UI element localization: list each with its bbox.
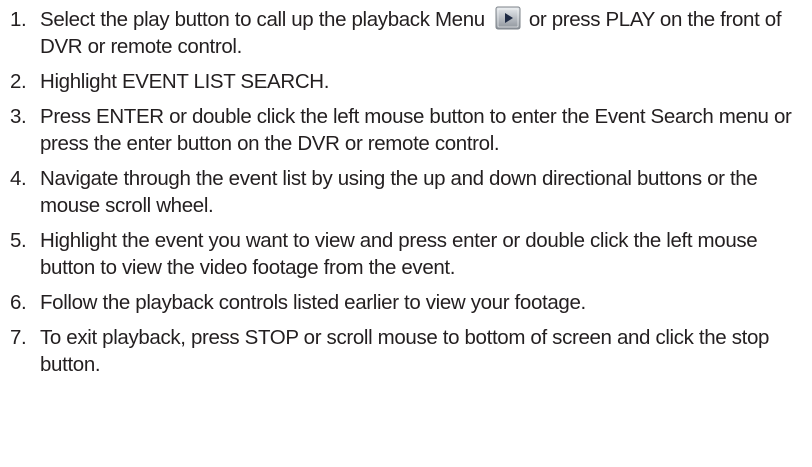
step-number: 4.: [10, 167, 27, 190]
step-number: 6.: [10, 291, 27, 314]
step-text-part: Select the play button to call up the pl…: [40, 8, 485, 31]
step-number: 3.: [10, 105, 27, 128]
step-number: 7.: [10, 326, 27, 349]
step-number: 5.: [10, 229, 27, 252]
step-text: Navigate through the event list by using…: [40, 167, 758, 217]
step-text: Press ENTER or double click the left mou…: [40, 105, 792, 155]
step-4: 4. Navigate through the event list by us…: [10, 165, 810, 219]
step-2: 2. Highlight EVENT LIST SEARCH.: [10, 68, 810, 95]
step-7: 7. To exit playback, press STOP or scrol…: [10, 324, 810, 378]
step-3: 3. Press ENTER or double click the left …: [10, 103, 810, 157]
step-5: 5. Highlight the event you want to view …: [10, 227, 810, 281]
step-text: Highlight EVENT LIST SEARCH.: [40, 70, 330, 93]
play-button-icon: [495, 6, 521, 30]
step-text: To exit playback, press STOP or scroll m…: [40, 326, 770, 376]
step-1: 1. Select the play button to call up the…: [10, 6, 810, 60]
step-6: 6. Follow the playback controls listed e…: [10, 289, 810, 316]
step-text: Follow the playback controls listed earl…: [40, 291, 586, 314]
step-text: Highlight the event you want to view and…: [40, 229, 758, 279]
step-number: 2.: [10, 70, 27, 93]
step-number: 1.: [10, 8, 27, 31]
instruction-list: 1. Select the play button to call up the…: [10, 6, 810, 386]
